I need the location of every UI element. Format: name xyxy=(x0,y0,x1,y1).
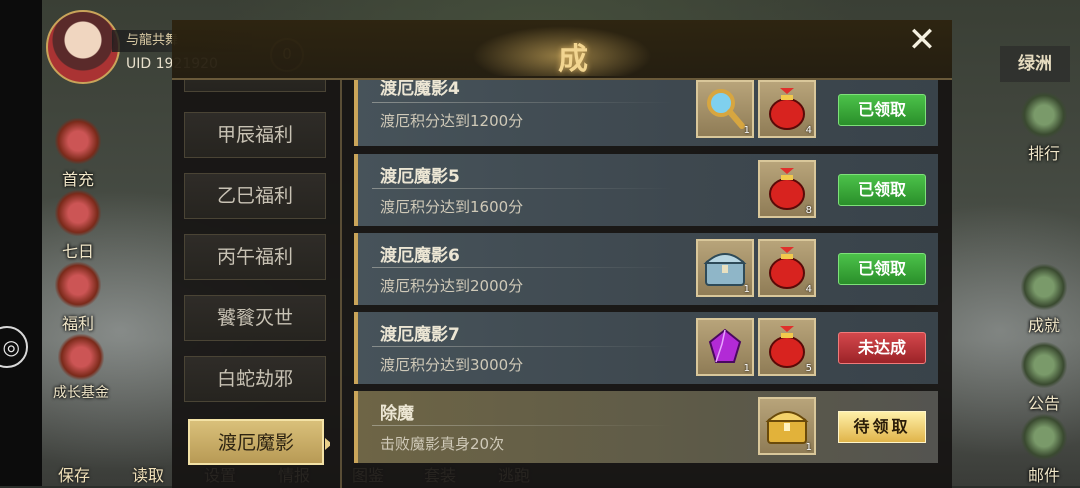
claim-button[interactable]: 待领取 xyxy=(838,411,926,443)
close-button[interactable]: ✕ xyxy=(900,22,944,58)
achievement-label: 成就 xyxy=(1027,316,1060,335)
modal-body: 甲辰福利 乙巳福利 丙午福利 饕餮灭世 白蛇劫邪 渡厄魔影 渡厄魔影4 渡厄积分… xyxy=(172,78,952,488)
category-list[interactable]: 甲辰福利 乙巳福利 丙午福利 饕餮灭世 白蛇劫邪 渡厄魔影 xyxy=(184,80,330,488)
achievement-row: 渡厄魔影7 渡厄积分达到3000分 1 5 未达成 xyxy=(354,312,938,384)
achievement-name: 渡厄魔影6 xyxy=(380,246,460,266)
mail-icon xyxy=(1021,414,1067,460)
category-item-baishe[interactable]: 白蛇劫邪 xyxy=(184,356,326,402)
panel-divider xyxy=(340,80,342,488)
ranking-label: 排行 xyxy=(1027,144,1060,163)
save-button[interactable]: 保存 xyxy=(58,462,90,486)
achievement-modal: 成就 ✕ 甲辰福利 乙巳福利 丙午福利 饕餮灭世 白蛇劫邪 渡厄魔影 渡厄魔影4… xyxy=(172,20,952,488)
achievement-button[interactable]: 成就 xyxy=(1016,264,1072,336)
category-item-taotie[interactable]: 饕餮灭世 xyxy=(184,295,326,341)
growth-fund-button[interactable]: 成长基金 xyxy=(46,334,116,402)
reward-count: 8 xyxy=(805,205,812,216)
reward-count: 1 xyxy=(805,442,812,453)
achievement-desc: 渡厄积分达到1200分 xyxy=(380,112,524,130)
oasis-location-label: 绿洲 xyxy=(1000,46,1070,82)
ranking-icon xyxy=(1021,92,1067,138)
reward-slot[interactable]: 1 xyxy=(696,80,754,138)
seven-day-label: 七日 xyxy=(61,242,94,261)
growth-fund-label: 成长基金 xyxy=(53,385,109,401)
reward-count: 1 xyxy=(743,125,750,136)
close-icon: ✕ xyxy=(907,20,937,60)
reward-slot[interactable]: 1 xyxy=(758,397,816,455)
load-button[interactable]: 读取 xyxy=(132,462,164,486)
achievement-name: 渡厄魔影7 xyxy=(380,325,460,345)
welfare-button[interactable]: 福利 xyxy=(50,262,106,334)
reward-count: 5 xyxy=(805,363,812,374)
claimed-button[interactable]: 已领取 xyxy=(838,174,926,206)
achievement-row: 渡厄魔影4 渡厄积分达到1200分 1 4 已领取 xyxy=(354,80,938,146)
left-edge-strip: ◎ xyxy=(0,0,42,486)
category-item[interactable] xyxy=(184,80,326,92)
achievement-desc: 击败魔影真身20次 xyxy=(380,435,505,453)
mail-label: 邮件 xyxy=(1027,466,1060,485)
seven-day-icon xyxy=(55,190,101,236)
achievement-name: 除魔 xyxy=(380,404,414,424)
reward-count: 1 xyxy=(743,363,750,374)
achievement-desc: 渡厄积分达到2000分 xyxy=(380,277,524,295)
achievement-row: 除魔 击败魔影真身20次 1 待领取 xyxy=(354,391,938,463)
reward-slot[interactable]: 5 xyxy=(758,318,816,376)
achievement-icon xyxy=(1021,264,1067,310)
achievement-desc: 渡厄积分达到3000分 xyxy=(380,356,524,374)
achievement-row: 渡厄魔影6 渡厄积分达到2000分 1 4 已领取 xyxy=(354,233,938,305)
category-item-dueshadow[interactable]: 渡厄魔影 xyxy=(188,419,330,465)
reward-slot[interactable]: 1 xyxy=(696,318,754,376)
welfare-label: 福利 xyxy=(61,314,94,333)
first-recharge-icon xyxy=(55,118,101,164)
player-avatar[interactable] xyxy=(46,10,120,84)
not-achieved-button[interactable]: 未达成 xyxy=(838,332,926,364)
announcement-button[interactable]: 公告 xyxy=(1016,342,1072,414)
first-recharge-label: 首充 xyxy=(61,170,94,189)
claimed-button[interactable]: 已领取 xyxy=(838,94,926,126)
growth-fund-icon xyxy=(58,334,104,380)
announcement-icon xyxy=(1021,342,1067,388)
ranking-button[interactable]: 排行 xyxy=(1016,92,1072,164)
achievement-name: 渡厄魔影4 xyxy=(380,80,460,99)
category-item-bingwu[interactable]: 丙午福利 xyxy=(184,234,326,280)
achievement-row: 渡厄魔影5 渡厄积分达到1600分 8 已领取 xyxy=(354,154,938,226)
floating-assist-icon[interactable]: ◎ xyxy=(0,326,28,368)
announcement-label: 公告 xyxy=(1027,394,1060,413)
welfare-icon xyxy=(55,262,101,308)
reward-slot[interactable]: 8 xyxy=(758,160,816,218)
seven-day-button[interactable]: 七日 xyxy=(50,190,106,262)
modal-header: 成就 ✕ xyxy=(172,20,952,121)
category-item-yisi[interactable]: 乙巳福利 xyxy=(184,173,326,219)
claimed-button[interactable]: 已领取 xyxy=(838,253,926,285)
reward-slot[interactable]: 4 xyxy=(758,239,816,297)
reward-count: 1 xyxy=(743,284,750,295)
achievement-name: 渡厄魔影5 xyxy=(380,167,460,187)
achievement-desc: 渡厄积分达到1600分 xyxy=(380,198,524,216)
achievement-list[interactable]: 渡厄魔影4 渡厄积分达到1200分 1 4 已领取 渡厄魔影5 渡厄积分达到16… xyxy=(354,80,938,488)
reward-count: 4 xyxy=(805,284,812,295)
category-item-jiachen[interactable]: 甲辰福利 xyxy=(184,112,326,158)
mail-button[interactable]: 邮件 xyxy=(1016,414,1072,486)
first-recharge-button[interactable]: 首充 xyxy=(50,118,106,190)
reward-slot[interactable]: 1 xyxy=(696,239,754,297)
reward-slot[interactable]: 4 xyxy=(758,80,816,138)
reward-count: 4 xyxy=(805,125,812,136)
